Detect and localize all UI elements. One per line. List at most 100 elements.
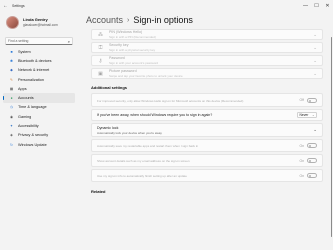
- additional-settings-heading: Additional settings: [91, 85, 127, 90]
- auto-finish-toggle[interactable]: [307, 173, 317, 178]
- sidebar-item-label: Time & language: [18, 105, 47, 110]
- sidebar-item-personalization[interactable]: ✎ Personalization: [3, 75, 75, 84]
- personalization-icon: ✎: [10, 77, 13, 82]
- chevron-down-icon: ⌄: [313, 70, 317, 76]
- maximize-button[interactable]: ☐: [311, 0, 322, 11]
- away-row: If you've been away, when should Windows…: [91, 109, 323, 121]
- profile-info: Linda Gentry glasslucer@hotmail.com: [23, 17, 58, 27]
- password-subtitle: Sign in with your account's password: [109, 61, 159, 65]
- sidebar-item-privacy[interactable]: ◈ Privacy & security: [3, 131, 75, 140]
- profile-name: Linda Gentry: [23, 17, 48, 22]
- update-icon: ↻: [10, 142, 13, 147]
- search-input[interactable]: Find a setting: [8, 39, 68, 43]
- gaming-icon: ◉: [9, 114, 14, 119]
- account-details-row: Show account details such as my email ad…: [91, 154, 323, 167]
- password-title: Password: [109, 56, 125, 60]
- chevron-down-icon: ⌄: [313, 31, 317, 37]
- restart-apps-row: Automatically save my restartable apps a…: [91, 139, 323, 152]
- pin-card[interactable]: ⁂ PIN (Windows Hello) Sign in with a PIN…: [91, 29, 323, 40]
- breadcrumb-separator: ›: [127, 16, 130, 24]
- sidebar-item-label: Network & internet: [18, 68, 50, 73]
- system-icon: ■: [10, 49, 13, 54]
- related-heading: Related: [91, 189, 106, 194]
- account-details-toggle[interactable]: [307, 158, 317, 163]
- away-select[interactable]: Never ⌄: [297, 111, 317, 119]
- picture-password-title: Picture password: [109, 69, 137, 73]
- apps-icon: ▦: [9, 86, 14, 91]
- restart-apps-toggle[interactable]: [307, 143, 317, 148]
- scrollbar[interactable]: [331, 37, 332, 237]
- sidebar-item-system[interactable]: ■ System: [3, 47, 75, 56]
- sidebar-item-network[interactable]: ◆ Network & internet: [3, 66, 75, 75]
- chevron-down-icon: ⌄: [313, 127, 317, 132]
- profile-email: glasslucer@hotmail.com: [23, 23, 58, 27]
- require-hello-state: Off: [299, 98, 304, 102]
- pin-title: PIN (Windows Hello): [109, 30, 143, 34]
- pin-subtitle: Sign in with a PIN (Recommended): [109, 35, 156, 39]
- password-card[interactable]: ⚷ Password Sign in with your account's p…: [91, 55, 323, 66]
- accounts-icon: ●: [10, 96, 13, 101]
- sidebar-item-update[interactable]: ↻ Windows Update: [3, 140, 75, 149]
- password-icon: ⚷: [98, 57, 103, 64]
- require-hello-toggle[interactable]: [307, 97, 317, 103]
- privacy-icon: ◈: [10, 133, 13, 138]
- restart-apps-label: Automatically save my restartable apps a…: [97, 144, 199, 148]
- dynamic-lock-title: Dynamic lock: [97, 125, 119, 130]
- sidebar-item-label: Accessibility: [18, 124, 39, 129]
- sidebar-item-apps[interactable]: ▦ Apps: [3, 84, 75, 93]
- picture-password-subtitle: Swipe and tap your favorite photo to unl…: [109, 74, 183, 78]
- picture-password-card[interactable]: ▣ Picture password Swipe and tap your fa…: [91, 68, 323, 79]
- time-icon: ◷: [9, 105, 14, 110]
- restart-apps-toggle-wrap: On: [299, 143, 317, 148]
- sidebar: Linda Gentry glasslucer@hotmail.com Find…: [0, 11, 78, 250]
- network-icon: ◆: [10, 68, 13, 73]
- bluetooth-icon: ✱: [10, 58, 13, 63]
- window-controls: — ☐ ✕: [300, 0, 333, 11]
- auto-finish-row: Use my sign-in info to automatically fin…: [91, 169, 323, 182]
- auto-finish-state: On: [299, 173, 304, 178]
- page-title: Sign-in options: [133, 15, 193, 25]
- chevron-down-icon: ⌄: [313, 57, 317, 63]
- window-title: Settings: [12, 3, 25, 8]
- auto-finish-label: Use my sign-in info to automatically fin…: [97, 174, 187, 178]
- avatar: [6, 15, 19, 29]
- sidebar-item-label: Bluetooth & devices: [18, 58, 52, 63]
- away-label: If you've been away, when should Windows…: [97, 113, 213, 117]
- sidebar-item-label: Accounts: [18, 96, 34, 101]
- minimize-button[interactable]: —: [300, 0, 311, 11]
- sidebar-item-time[interactable]: ◷ Time & language: [3, 103, 75, 112]
- dynamic-lock-card[interactable]: Dynamic lock Automatically lock your dev…: [91, 123, 323, 137]
- breadcrumb-parent[interactable]: Accounts: [86, 15, 123, 25]
- require-hello-toggle-wrap: Off: [299, 97, 317, 103]
- sidebar-item-gaming[interactable]: ◉ Gaming: [3, 112, 75, 121]
- pin-icon: ⁂: [98, 31, 103, 38]
- account-details-label: Show account details such as my email ad…: [97, 159, 190, 163]
- away-select-value: Never: [299, 113, 309, 117]
- search-icon[interactable]: ⌕: [68, 39, 70, 44]
- account-details-toggle-wrap: On: [299, 158, 317, 163]
- main-content: Accounts › Sign-in options ⁂ PIN (Window…: [82, 11, 333, 250]
- account-details-state: On: [299, 158, 304, 163]
- back-arrow-icon[interactable]: ←: [3, 3, 9, 9]
- require-hello-label: For improved security, only allow Window…: [97, 98, 244, 103]
- require-hello-row: For improved security, only allow Window…: [91, 93, 323, 107]
- sidebar-nav: ■ System ✱ Bluetooth & devices ◆ Network & in…: [0, 47, 78, 149]
- breadcrumb: Accounts › Sign-in options: [82, 11, 333, 29]
- sidebar-item-accessibility[interactable]: ✦ Accessibility: [3, 121, 75, 130]
- sidebar-item-label: Personalization: [18, 77, 44, 82]
- security-key-card[interactable]: ⚿ Security key Sign in with a physical s…: [91, 42, 323, 53]
- accessibility-icon: ✦: [10, 124, 13, 129]
- restart-apps-state: On: [299, 143, 304, 148]
- sidebar-item-label: Windows Update: [18, 142, 47, 147]
- sidebar-item-bluetooth[interactable]: ✱ Bluetooth & devices: [3, 56, 75, 65]
- title-bar: ← Settings — ☐ ✕: [0, 0, 333, 11]
- sidebar-item-accounts[interactable]: ● Accounts: [3, 93, 75, 103]
- chevron-down-icon: ⌄: [311, 113, 315, 117]
- close-button[interactable]: ✕: [322, 0, 333, 11]
- dynamic-lock-subtitle: Automatically lock your device when you'…: [97, 130, 162, 135]
- search-box[interactable]: Find a setting ⌕: [5, 37, 73, 45]
- sidebar-item-label: Privacy & security: [18, 133, 49, 138]
- profile[interactable]: Linda Gentry glasslucer@hotmail.com: [0, 11, 78, 33]
- sidebar-item-label: System: [18, 49, 31, 54]
- chevron-down-icon: ⌄: [313, 44, 317, 50]
